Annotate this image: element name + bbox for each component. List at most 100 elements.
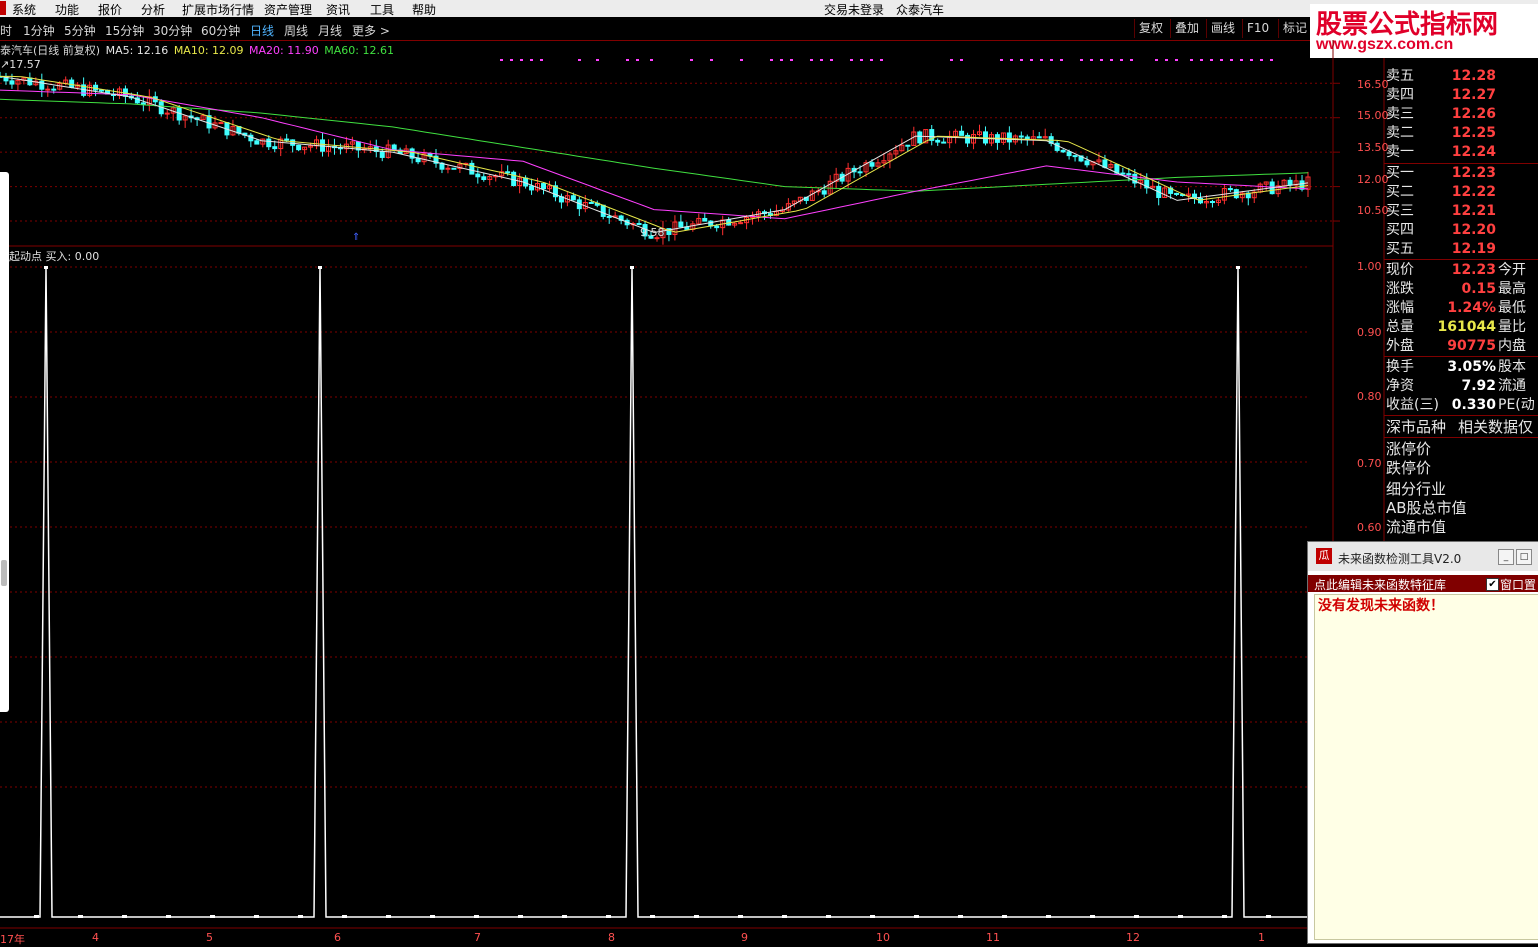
ask-row-2[interactable]: 卖二 12.25 bbox=[1384, 124, 1538, 143]
indicator-baseline-dot bbox=[562, 915, 567, 918]
candle-body bbox=[475, 173, 481, 178]
topmost-checkbox-label[interactable]: 窗口置 bbox=[1500, 576, 1536, 593]
candle-body bbox=[1054, 142, 1060, 151]
candle-body bbox=[164, 112, 170, 115]
ask-row-5[interactable]: 卖五 12.28 bbox=[1384, 67, 1538, 86]
candle-body bbox=[702, 217, 708, 222]
tool-title-bar[interactable]: 瓜 未来函数检测工具V2.0 _ □ bbox=[1308, 542, 1538, 571]
candle-body bbox=[1197, 197, 1203, 204]
candle-body bbox=[857, 171, 863, 174]
signal-dot bbox=[830, 59, 833, 61]
x-tick: 8 bbox=[608, 931, 615, 944]
signal-dot bbox=[530, 59, 533, 61]
topmost-checkbox[interactable]: ✔ bbox=[1486, 578, 1499, 591]
indicator-baseline-dot bbox=[78, 915, 83, 918]
bid-row-3[interactable]: 买三 12.21 bbox=[1384, 202, 1538, 221]
tool-app-icon: 瓜 bbox=[1316, 548, 1332, 564]
candle-body bbox=[678, 221, 684, 228]
candle-body bbox=[570, 195, 576, 201]
candle-body bbox=[541, 183, 547, 190]
indicator-baseline-dot bbox=[606, 915, 611, 918]
signal-dot bbox=[1050, 59, 1053, 61]
signal-dot bbox=[960, 59, 963, 61]
signal-dot bbox=[636, 59, 639, 61]
indicator-y-tick: 1.00 bbox=[1357, 260, 1382, 273]
quote-panel: 卖五 12.28 卖四 12.27 卖三 12.26 卖二 12.25 卖一 12.24 … bbox=[1384, 58, 1538, 542]
scroll-thumb[interactable] bbox=[1, 560, 7, 586]
extra-row: AB股总市值 bbox=[1386, 499, 1467, 517]
signal-dot bbox=[578, 59, 581, 61]
signal-dot bbox=[1110, 59, 1113, 61]
candle-body bbox=[869, 162, 875, 167]
ask-row-3[interactable]: 卖三 12.26 bbox=[1384, 105, 1538, 124]
signal-dot bbox=[596, 59, 599, 61]
indicator-baseline-dot bbox=[474, 915, 479, 918]
tool-action-bar: 点此编辑未来函数特征库 ✔ 窗口置 bbox=[1308, 575, 1538, 592]
signal-dot bbox=[1090, 59, 1093, 61]
indicator-baseline-dot bbox=[1266, 915, 1271, 918]
candle-body bbox=[606, 215, 612, 218]
quote-row-price: 现价 12.23 今开 bbox=[1386, 262, 1526, 278]
maximize-button[interactable]: □ bbox=[1516, 549, 1532, 565]
candle-body bbox=[600, 204, 606, 217]
candle-body bbox=[45, 88, 51, 91]
left-panel-scrollbar[interactable] bbox=[0, 172, 9, 712]
candle-body bbox=[1036, 136, 1042, 139]
indicator-baseline-dot bbox=[958, 915, 963, 918]
candle-body bbox=[529, 185, 535, 191]
candle-body bbox=[935, 139, 941, 143]
indicator-baseline-dot bbox=[650, 915, 655, 918]
indicator-baseline-dot bbox=[342, 915, 347, 918]
signal-dot bbox=[1000, 59, 1003, 61]
candle-body bbox=[959, 130, 965, 136]
ask-row-4[interactable]: 卖四 12.27 bbox=[1384, 86, 1538, 105]
indicator-baseline-dot bbox=[694, 915, 699, 918]
signal-dot bbox=[1270, 59, 1273, 61]
indicator-baseline-dot bbox=[870, 915, 875, 918]
high-price-marker: ↗17.57 bbox=[0, 58, 41, 71]
bid-row-1[interactable]: 买一 12.23 bbox=[1384, 164, 1538, 183]
buy-arrow-icon: ⇑ bbox=[352, 232, 361, 243]
signal-dot bbox=[1200, 59, 1203, 61]
indicator-baseline-dot bbox=[298, 915, 303, 918]
candle-body bbox=[1066, 151, 1072, 157]
quote-row-volume: 总量 161044 量比 bbox=[1386, 319, 1526, 335]
divider bbox=[1384, 415, 1538, 416]
candlestick-series bbox=[0, 71, 1311, 245]
indicator-baseline-dot bbox=[386, 915, 391, 918]
bid-row-2[interactable]: 买二 12.22 bbox=[1384, 183, 1538, 202]
candle-body bbox=[284, 138, 290, 141]
candle-body bbox=[738, 222, 744, 225]
minimize-button[interactable]: _ bbox=[1498, 549, 1514, 565]
x-tick: 12 bbox=[1126, 931, 1140, 944]
signal-dot bbox=[1250, 59, 1253, 61]
signal-dot bbox=[740, 59, 743, 61]
signal-dot bbox=[1155, 59, 1158, 61]
bid-row-4[interactable]: 买四 12.20 bbox=[1384, 221, 1538, 240]
quote-row-change: 涨跌 0.15 最高 bbox=[1386, 281, 1526, 297]
signal-dot bbox=[1240, 59, 1243, 61]
ask-row-1[interactable]: 卖一 12.24 bbox=[1384, 143, 1538, 162]
indicator-y-tick: 0.90 bbox=[1357, 326, 1382, 339]
divider bbox=[1384, 356, 1538, 357]
candle-body bbox=[296, 144, 302, 151]
signal-dot bbox=[1165, 59, 1168, 61]
candle-body bbox=[51, 88, 57, 91]
indicator-peak-dot bbox=[318, 266, 322, 269]
candle-body bbox=[1126, 173, 1132, 176]
candle-body bbox=[218, 122, 224, 125]
candle-body bbox=[1120, 172, 1126, 175]
indicator-baseline-dot bbox=[738, 915, 743, 918]
indicator-baseline-dot bbox=[1090, 915, 1095, 918]
section-header: 深市品种 相关数据仅 bbox=[1386, 418, 1534, 436]
candle-body bbox=[1072, 155, 1078, 158]
edit-feature-library-link[interactable]: 点此编辑未来函数特征库 bbox=[1314, 576, 1446, 593]
candle-body bbox=[1227, 188, 1233, 191]
bid-row-5[interactable]: 买五 12.19 bbox=[1384, 240, 1538, 259]
future-function-tool-window[interactable]: 瓜 未来函数检测工具V2.0 _ □ 点此编辑未来函数特征库 ✔ 窗口置 没有发… bbox=[1307, 541, 1538, 944]
candle-body bbox=[636, 222, 642, 226]
signal-dot bbox=[880, 59, 883, 61]
candle-body bbox=[290, 139, 296, 146]
x-tick: 17年 bbox=[0, 933, 25, 946]
candle-body bbox=[1060, 149, 1066, 153]
